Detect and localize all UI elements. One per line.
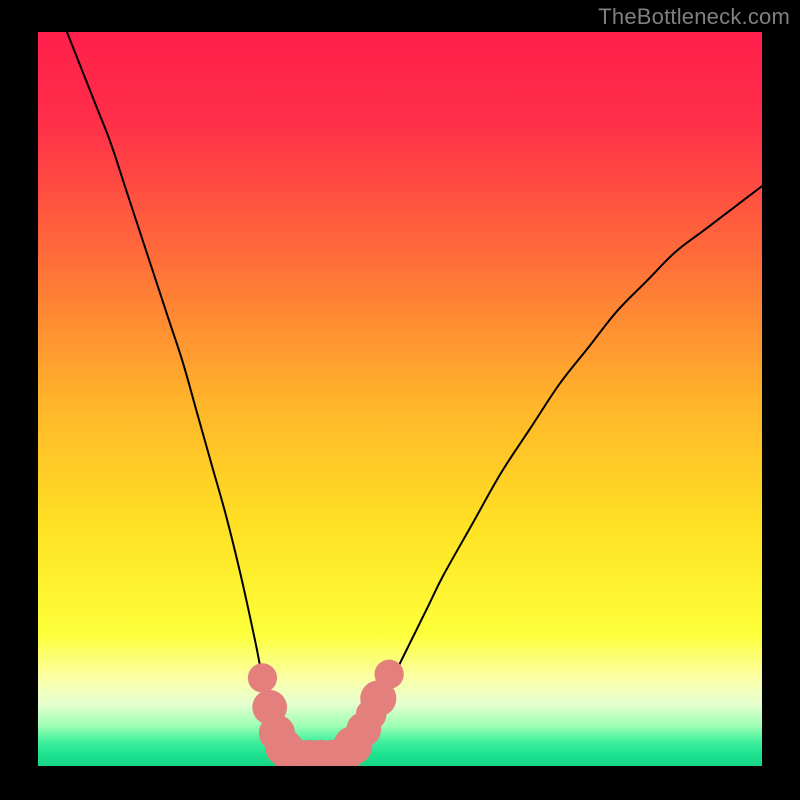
- highlighted-point: [375, 660, 404, 689]
- highlighted-point: [248, 663, 277, 692]
- watermark-text: TheBottleneck.com: [598, 4, 790, 30]
- chart-frame: TheBottleneck.com: [0, 0, 800, 800]
- plot-background: [38, 32, 762, 766]
- bottleneck-chart: [38, 32, 762, 766]
